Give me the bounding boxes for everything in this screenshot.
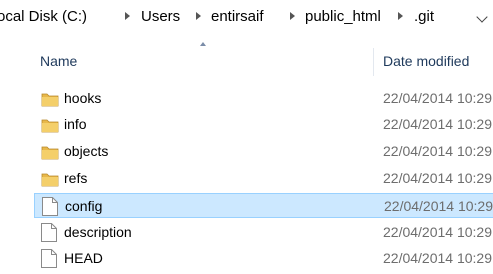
file-date: 22/04/2014 10:29 xyxy=(383,116,492,132)
breadcrumb-item-git[interactable]: .git xyxy=(414,7,434,27)
file-date: 22/04/2014 10:29 xyxy=(383,170,492,186)
list-item-hooks[interactable]: hooks 22/04/2014 10:29 xyxy=(34,86,493,111)
folder-icon xyxy=(41,173,59,187)
file-date: 22/04/2014 10:29 xyxy=(383,224,492,240)
breadcrumb-separator-icon[interactable] xyxy=(125,12,130,20)
file-name: description xyxy=(64,224,132,240)
file-name: info xyxy=(64,116,87,132)
list-item-config[interactable]: config 22/04/2014 10:29 xyxy=(34,193,493,218)
column-header-name[interactable]: Name xyxy=(40,52,77,70)
file-icon xyxy=(41,223,57,242)
file-name: hooks xyxy=(64,90,102,106)
list-item-objects[interactable]: objects 22/04/2014 10:29 xyxy=(34,139,493,164)
folder-icon xyxy=(41,93,59,107)
list-item-description[interactable]: description 22/04/2014 10:29 xyxy=(34,220,493,245)
breadcrumb-separator-icon[interactable] xyxy=(196,12,201,20)
list-item-head[interactable]: HEAD 22/04/2014 10:29 xyxy=(34,246,493,271)
breadcrumb-item-user[interactable]: entirsaif xyxy=(211,7,264,27)
file-name: objects xyxy=(64,143,109,159)
file-icon xyxy=(42,197,58,216)
breadcrumb-separator-icon[interactable] xyxy=(398,12,403,20)
folder-icon xyxy=(41,146,59,160)
folder-icon xyxy=(41,119,59,133)
column-header-bar: Name Date modified xyxy=(0,38,493,78)
breadcrumb: ocal Disk (C:) Users entirsaif public_ht… xyxy=(0,0,493,34)
file-date: 22/04/2014 10:29 xyxy=(383,250,492,266)
breadcrumb-item-users[interactable]: Users xyxy=(141,7,180,27)
file-name: HEAD xyxy=(64,250,103,266)
list-item-info[interactable]: info 22/04/2014 10:29 xyxy=(34,112,493,137)
file-date: 22/04/2014 10:29 xyxy=(383,90,492,106)
breadcrumb-item-public-html[interactable]: public_html xyxy=(305,7,381,27)
list-item-refs[interactable]: refs 22/04/2014 10:29 xyxy=(34,166,493,191)
column-divider[interactable] xyxy=(373,48,374,76)
breadcrumb-separator-icon[interactable] xyxy=(290,12,295,20)
column-header-date-modified[interactable]: Date modified xyxy=(383,52,469,70)
file-name: refs xyxy=(64,170,88,186)
file-date: 22/04/2014 10:29 xyxy=(384,198,493,214)
file-icon xyxy=(41,249,57,268)
chevron-down-icon[interactable] xyxy=(476,11,488,23)
breadcrumb-item-local-disk[interactable]: ocal Disk (C:) xyxy=(0,7,87,27)
file-date: 22/04/2014 10:29 xyxy=(383,143,492,159)
file-name: config xyxy=(65,198,103,214)
sort-ascending-icon xyxy=(200,42,206,46)
